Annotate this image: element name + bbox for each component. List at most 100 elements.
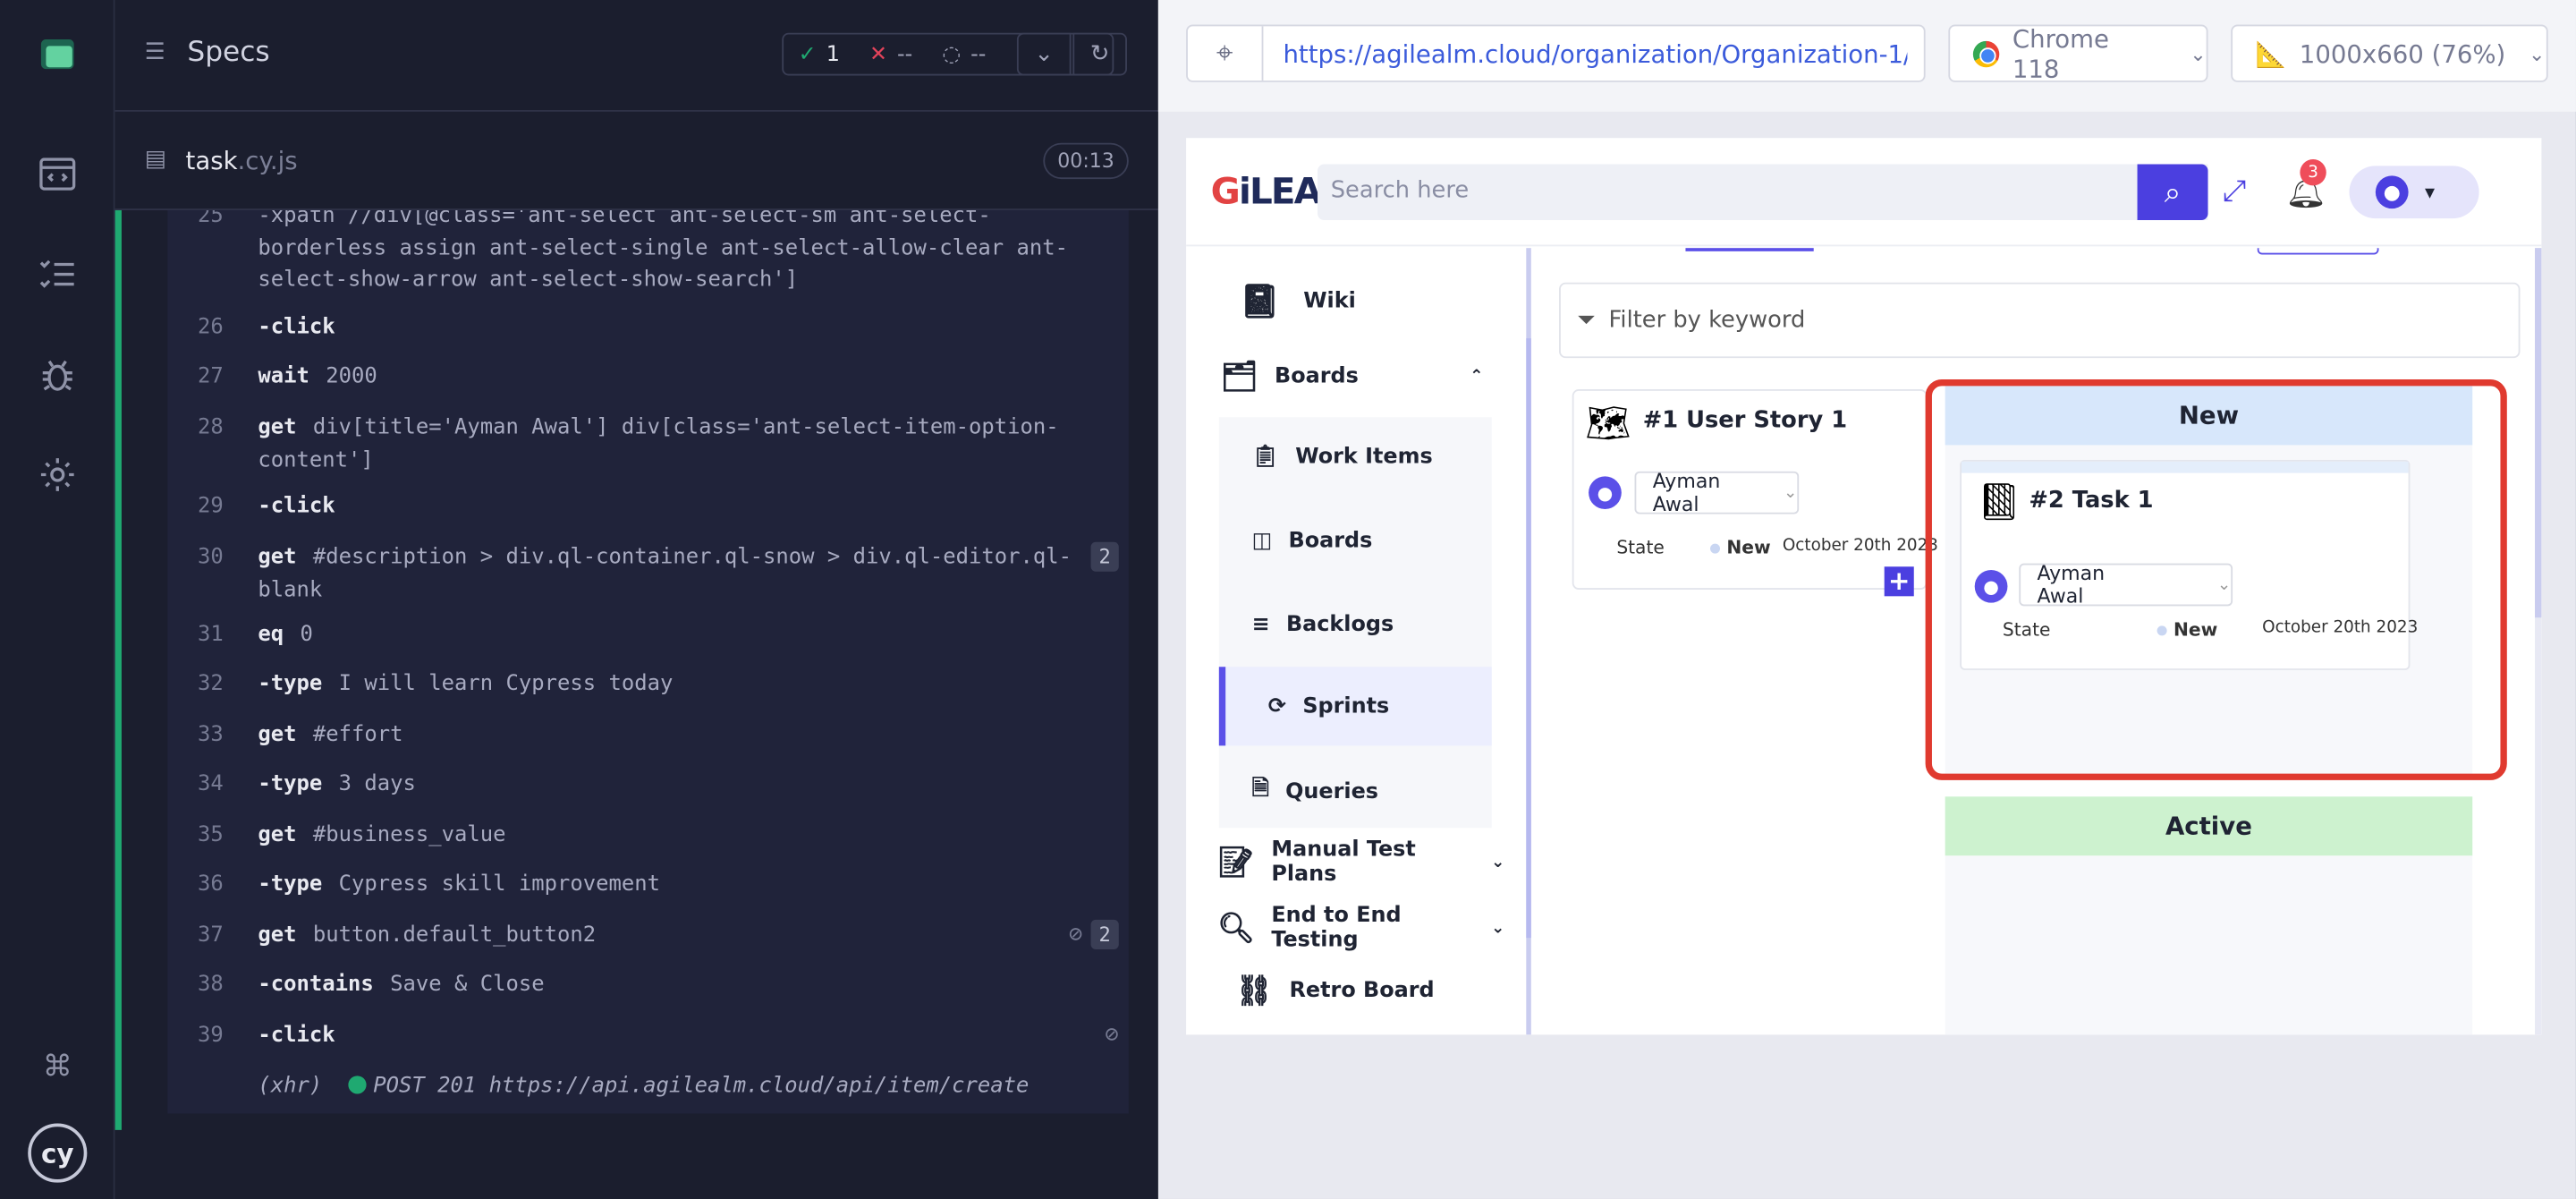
command-name: -click (258, 1023, 335, 1049)
cypress-logo-icon: cy (28, 1123, 88, 1183)
sidebar-item-manual-test-plans[interactable]: 📝︎ Manual Test Plans ⌄ (1217, 838, 1504, 887)
command-arg: 3 days (338, 771, 416, 797)
settings-gear-icon[interactable] (36, 454, 79, 497)
command-arg: div[title='Ayman Awal'] div[class='ant-s… (258, 415, 1059, 472)
sidebar-item-end-to-end-testing[interactable]: 🔍︎ End to End Testing ⌄ (1217, 904, 1504, 953)
sidebar-item-work-items[interactable]: 📋︎ Work Items (1219, 417, 1492, 496)
command-key-icon[interactable]: ⌘ (36, 1044, 79, 1087)
x-icon: ✕ (869, 41, 887, 67)
search-input[interactable]: Search here (1318, 164, 2208, 220)
command-number: 37 (198, 923, 224, 948)
command-message: -type 3 days (258, 769, 1112, 801)
chevron-down-icon[interactable]: ⌄ (1016, 32, 1072, 76)
command-arg: #business_value (312, 822, 506, 848)
card-title[interactable]: #1 User Story 1 (1643, 407, 1847, 433)
command-message: get #effort (258, 719, 1112, 752)
sidebar-item-wiki[interactable]: 📓︎ Wiki (1239, 281, 1356, 320)
chevron-down-icon: ⌄ (2190, 41, 2207, 65)
bug-icon[interactable] (36, 354, 79, 397)
command-number: 38 (198, 972, 224, 998)
spec-runner-panel: ☰ Specs ✓ 1 ✕ -- ◌ -- ⌄ ↻ ▤ task.cy.js 00:1… (114, 0, 1158, 1199)
highlight-box (1925, 379, 2507, 780)
app-logo[interactable]: GiLEA (1211, 173, 1322, 214)
file-base-name: task (185, 146, 238, 176)
sidebar-item-label: Retro Board (1289, 979, 1435, 1004)
eye-slash-icon: ⊘ (1105, 1021, 1119, 1049)
list-icon: ≡ (1251, 611, 1270, 637)
pending-count: -- (970, 41, 987, 67)
sidebar-item-backlogs[interactable]: ≡ Backlogs (1219, 584, 1492, 663)
sidebar-item-queries[interactable]: 🗎︎ Queries (1219, 753, 1492, 831)
specs-list-icon[interactable] (36, 253, 79, 296)
url-bar[interactable]: ⌖ https://agilealm.cloud/organization/Or… (1186, 24, 1926, 82)
command-name: -type (258, 671, 323, 697)
command-number: 39 (198, 1023, 224, 1049)
command-name: get (258, 545, 297, 570)
passed-count: 1 (826, 41, 840, 67)
pass-indicator-bar (114, 209, 122, 1130)
main-scrollbar-thumb[interactable] (2535, 248, 2542, 618)
filter-input[interactable]: ⏷ Filter by keyword (1559, 282, 2521, 359)
command-message: -contains Save & Close (258, 969, 1112, 1001)
command-row[interactable]: 30 get #description > div.ql-container.ql… (167, 541, 1128, 608)
browser-select[interactable]: Chrome 118 ⌄ (1948, 23, 2208, 83)
filter-icon: ⏷ (1577, 307, 1596, 334)
failed-count: -- (897, 41, 913, 67)
sidebar-item-label: End to End Testing (1271, 903, 1402, 953)
assignee-select[interactable]: Ayman Awal ⌄ (1634, 470, 1800, 515)
viewport-size-select[interactable]: 📐 1000x660 (76%) ⌄ (2231, 24, 2548, 82)
url-text[interactable]: https://agilealm.cloud/organization/Orga… (1283, 39, 1907, 69)
user-menu[interactable]: ● ▾ (2349, 166, 2479, 219)
browser-icon[interactable] (36, 153, 79, 196)
expand-icon[interactable]: ⤢ (2223, 174, 2246, 209)
notification-badge: 3 (2300, 159, 2326, 186)
xhr-row[interactable]: (xhr) POST 201 https://api.agilealm.cloud… (258, 1074, 1029, 1099)
command-name: -type (258, 771, 323, 797)
boards-icon: 🗂︎ (1220, 359, 1258, 395)
file-icon: ▤ (144, 146, 166, 173)
element-count-badge: 2 (1090, 541, 1119, 572)
spec-file-name[interactable]: task.cy.js (186, 146, 298, 175)
reload-icon[interactable]: ↻ (1072, 32, 1127, 76)
active-tab-indicator (1685, 248, 1814, 251)
board-main: ⏷ Filter by keyword 🗺︎ #1 User Story 1 ●… (1541, 248, 2535, 1035)
command-message: get #description > div.ql-container.ql-sn… (258, 542, 1079, 607)
sidebar-scrollbar-thumb[interactable] (1526, 338, 1531, 939)
sidebar-item-sprints[interactable]: ⟳ Sprints (1218, 667, 1492, 746)
columns-icon: ◫ (1251, 528, 1273, 553)
command-number: 29 (198, 494, 224, 520)
viewport-size: 1000x660 (76%) (2299, 38, 2506, 69)
search-icon: ⌕ (2164, 174, 2182, 210)
state-text: New (1726, 537, 1771, 559)
command-message: -type I will learn Cypress today (258, 668, 1112, 701)
sidebar-item-boards[interactable]: 🗂︎ Boards ⌃ (1221, 360, 1484, 395)
command-name: -type (258, 872, 323, 897)
sidebar-item-retro-board[interactable]: ⛓︎ Retro Board (1235, 974, 1434, 1009)
app-frame: GiLEA Search here ⌕ ⤢ 🔔︎ 3 ● ▾ 📓︎ Wiki 🗂… (1186, 138, 2542, 1035)
ruler-icon: 📐 (2255, 38, 2287, 69)
command-name: get (258, 923, 297, 948)
sidebar-item-boards-sub[interactable]: ◫ Boards (1219, 501, 1492, 580)
add-item-button[interactable]: + (1884, 565, 1914, 597)
selector-playground-icon[interactable]: ⌖ (1188, 26, 1264, 81)
chrome-icon (1972, 39, 2000, 67)
command-message: -type Cypress skill improvement (258, 869, 1112, 901)
sidebar-item-label: Wiki (1303, 288, 1356, 313)
command-arg: 2000 (326, 364, 377, 390)
state-value: New (1710, 537, 1771, 558)
state-dot-icon (1710, 543, 1721, 554)
menu-icon[interactable]: ☰ (145, 39, 171, 65)
command-row[interactable]: 25 -xpath //div[@class='ant-select ant-s… (167, 210, 1128, 295)
command-row[interactable]: 28 get div[title='Ayman Awal'] div[class=… (167, 412, 1128, 478)
specs-title[interactable]: Specs (187, 36, 269, 69)
command-number: 32 (198, 671, 224, 697)
browser-name: Chrome 118 (2012, 23, 2109, 83)
app-icon[interactable] (36, 33, 79, 76)
avatar: ● (2375, 175, 2409, 209)
chevron-up-icon: ⌃ (1470, 368, 1484, 387)
command-number: 33 (198, 722, 224, 748)
command-arg: button.default_button2 (312, 923, 597, 948)
command-number: 35 (198, 822, 224, 848)
search-button[interactable]: ⌕ (2137, 164, 2208, 220)
command-name: eq (258, 622, 284, 648)
